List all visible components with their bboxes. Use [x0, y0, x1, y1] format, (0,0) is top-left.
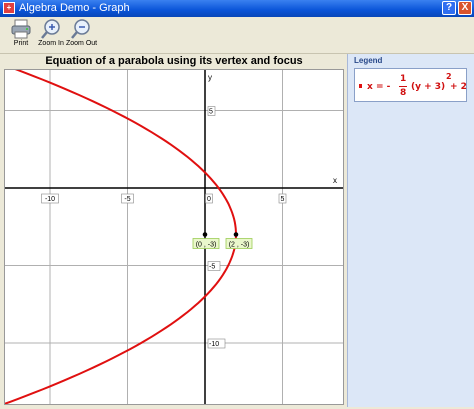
print-label: Print — [13, 40, 29, 47]
equation-numerator: 1 — [400, 74, 407, 84]
window-title: Algebra Demo - Graph — [19, 2, 130, 14]
close-button[interactable]: X — [458, 1, 472, 15]
equation-denominator: 8 — [400, 88, 407, 98]
legend-equation: x = - 1 8 (y + 3) 2 + 2 — [367, 72, 467, 99]
equation-lhs: x = - — [367, 82, 391, 92]
toolbar: Print Zoom In Zoom Out — [0, 17, 474, 54]
y-tick-label: 5 — [209, 109, 213, 116]
zoom-in-label: Zoom In — [38, 40, 64, 47]
x-tick-label: -5 — [124, 196, 130, 203]
legend-entry[interactable]: x = - 1 8 (y + 3) 2 + 2 — [354, 68, 467, 102]
graph-plot-area[interactable]: x y -10 -5 0 5 5 -5 -10 (0 , -3) (2 , -3) — [0, 66, 344, 407]
title-bar: + Algebra Demo - Graph ? X — [0, 0, 474, 17]
graph-title: Equation of a parabola using its vertex … — [45, 55, 303, 67]
fraction-bar — [399, 86, 407, 87]
x-axis-label: x — [333, 176, 337, 185]
x-tick-label: 5 — [281, 196, 285, 203]
equation-tail: + 2 — [450, 82, 467, 92]
legend-swatch — [359, 84, 362, 88]
y-axis-label: y — [208, 73, 212, 82]
zoom-out-icon — [71, 19, 90, 39]
x-tick-label: -10 — [45, 196, 55, 203]
point-label: (2 , -3) — [229, 242, 250, 249]
parabola-curve — [0, 66, 238, 407]
y-tick-label: -5 — [209, 264, 215, 271]
equation-paren: (y + 3) — [411, 82, 446, 92]
point-marker — [202, 232, 208, 237]
help-button[interactable]: ? — [442, 1, 456, 15]
zoom-out-label: Zoom Out — [66, 40, 98, 47]
equation-exponent: 2 — [446, 72, 452, 81]
printer-icon — [11, 19, 31, 39]
point-label: (0 , -3) — [196, 242, 217, 249]
zoom-in-button[interactable]: Zoom In — [38, 19, 64, 47]
x-tick-label: 0 — [207, 196, 211, 203]
graph-svg: x y -10 -5 0 5 5 -5 -10 (0 , -3) (2 , -3) — [0, 66, 343, 407]
point-marker — [233, 232, 239, 237]
legend-title: Legend — [354, 56, 383, 65]
legend-panel: Legend x = - 1 8 (y + 3) 2 + 2 — [347, 54, 474, 407]
print-button[interactable]: Print — [8, 19, 34, 47]
app-icon: + — [3, 2, 15, 14]
zoom-out-button[interactable]: Zoom Out — [66, 19, 98, 47]
zoom-in-icon — [41, 19, 60, 39]
y-tick-label: -10 — [209, 341, 219, 348]
